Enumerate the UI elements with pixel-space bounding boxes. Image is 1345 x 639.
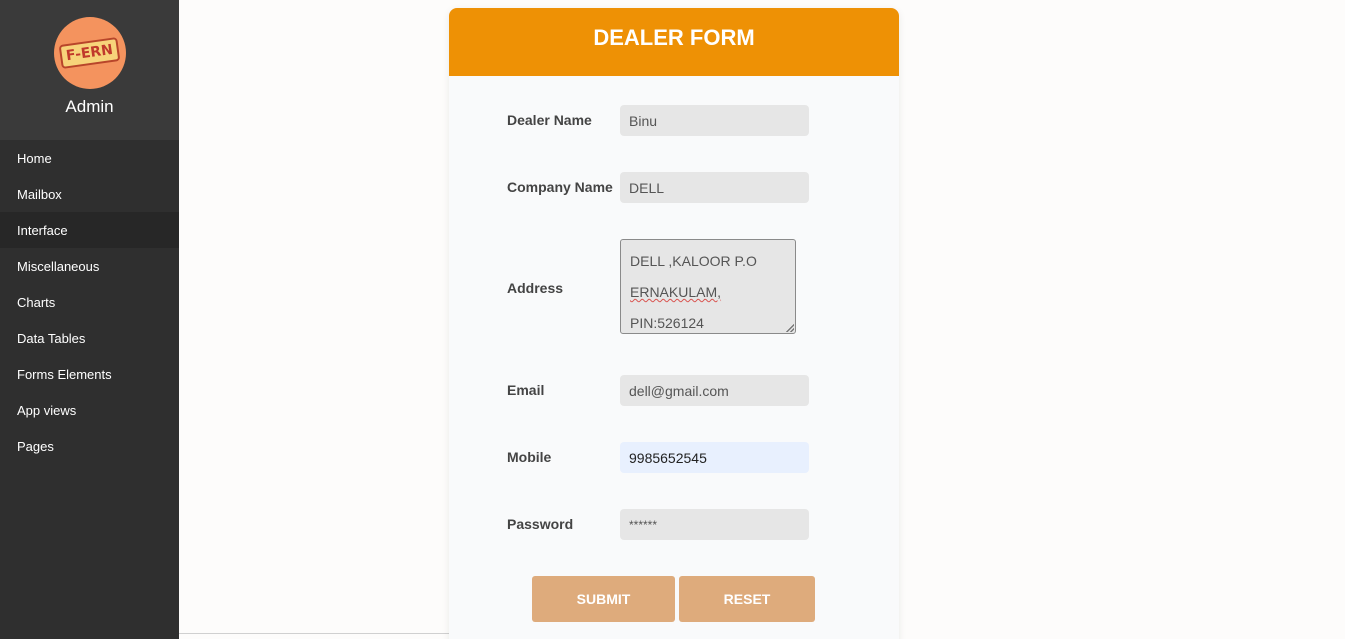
resize-grip-icon[interactable] xyxy=(786,324,794,332)
sidebar-item-charts[interactable]: Charts xyxy=(0,284,179,320)
logo: F-ERN xyxy=(53,17,126,89)
dealer-form-card: DEALER FORM Dealer Name Binu Company Nam… xyxy=(449,8,899,639)
sidebar-item-forms-elements[interactable]: Forms Elements xyxy=(0,356,179,392)
sidebar-nav: Home Mailbox Interface Miscellaneous Cha… xyxy=(0,140,179,464)
mobile-input[interactable]: 9985652545 xyxy=(620,442,809,473)
sidebar: F-ERN Admin Home Mailbox Interface Misce… xyxy=(0,0,179,639)
sidebar-item-home[interactable]: Home xyxy=(0,140,179,176)
password-input[interactable]: ****** xyxy=(620,509,809,540)
password-label: Password xyxy=(507,516,574,532)
sidebar-item-miscellaneous[interactable]: Miscellaneous xyxy=(0,248,179,284)
address-line-3: PIN:526124 xyxy=(630,315,704,331)
sidebar-item-mailbox[interactable]: Mailbox xyxy=(0,176,179,212)
address-line-2: ERNAKULAM, xyxy=(630,284,722,300)
sidebar-item-app-views[interactable]: App views xyxy=(0,392,179,428)
reset-button[interactable]: RESET xyxy=(679,576,815,622)
form-title: DEALER FORM xyxy=(449,8,899,76)
email-label: Email xyxy=(507,382,545,398)
divider xyxy=(179,633,449,634)
company-name-label: Company Name xyxy=(507,179,613,195)
mobile-label: Mobile xyxy=(507,449,552,465)
sidebar-item-pages[interactable]: Pages xyxy=(0,428,179,464)
dealer-name-label: Dealer Name xyxy=(507,112,592,128)
address-line-1: DELL ,KALOOR P.O xyxy=(630,253,757,269)
dealer-name-input[interactable]: Binu xyxy=(620,105,809,136)
submit-button[interactable]: SUBMIT xyxy=(532,576,675,622)
address-label: Address xyxy=(507,280,564,296)
email-input[interactable]: dell@gmail.com xyxy=(620,375,809,406)
sidebar-header: F-ERN Admin xyxy=(0,0,179,140)
logo-text: F-ERN xyxy=(58,37,121,69)
company-name-input[interactable]: DELL xyxy=(620,172,809,203)
sidebar-item-interface[interactable]: Interface xyxy=(0,212,179,248)
user-label: Admin xyxy=(65,97,114,116)
sidebar-item-data-tables[interactable]: Data Tables xyxy=(0,320,179,356)
address-textarea[interactable]: DELL ,KALOOR P.O ERNAKULAM, PIN:526124 xyxy=(620,239,796,334)
